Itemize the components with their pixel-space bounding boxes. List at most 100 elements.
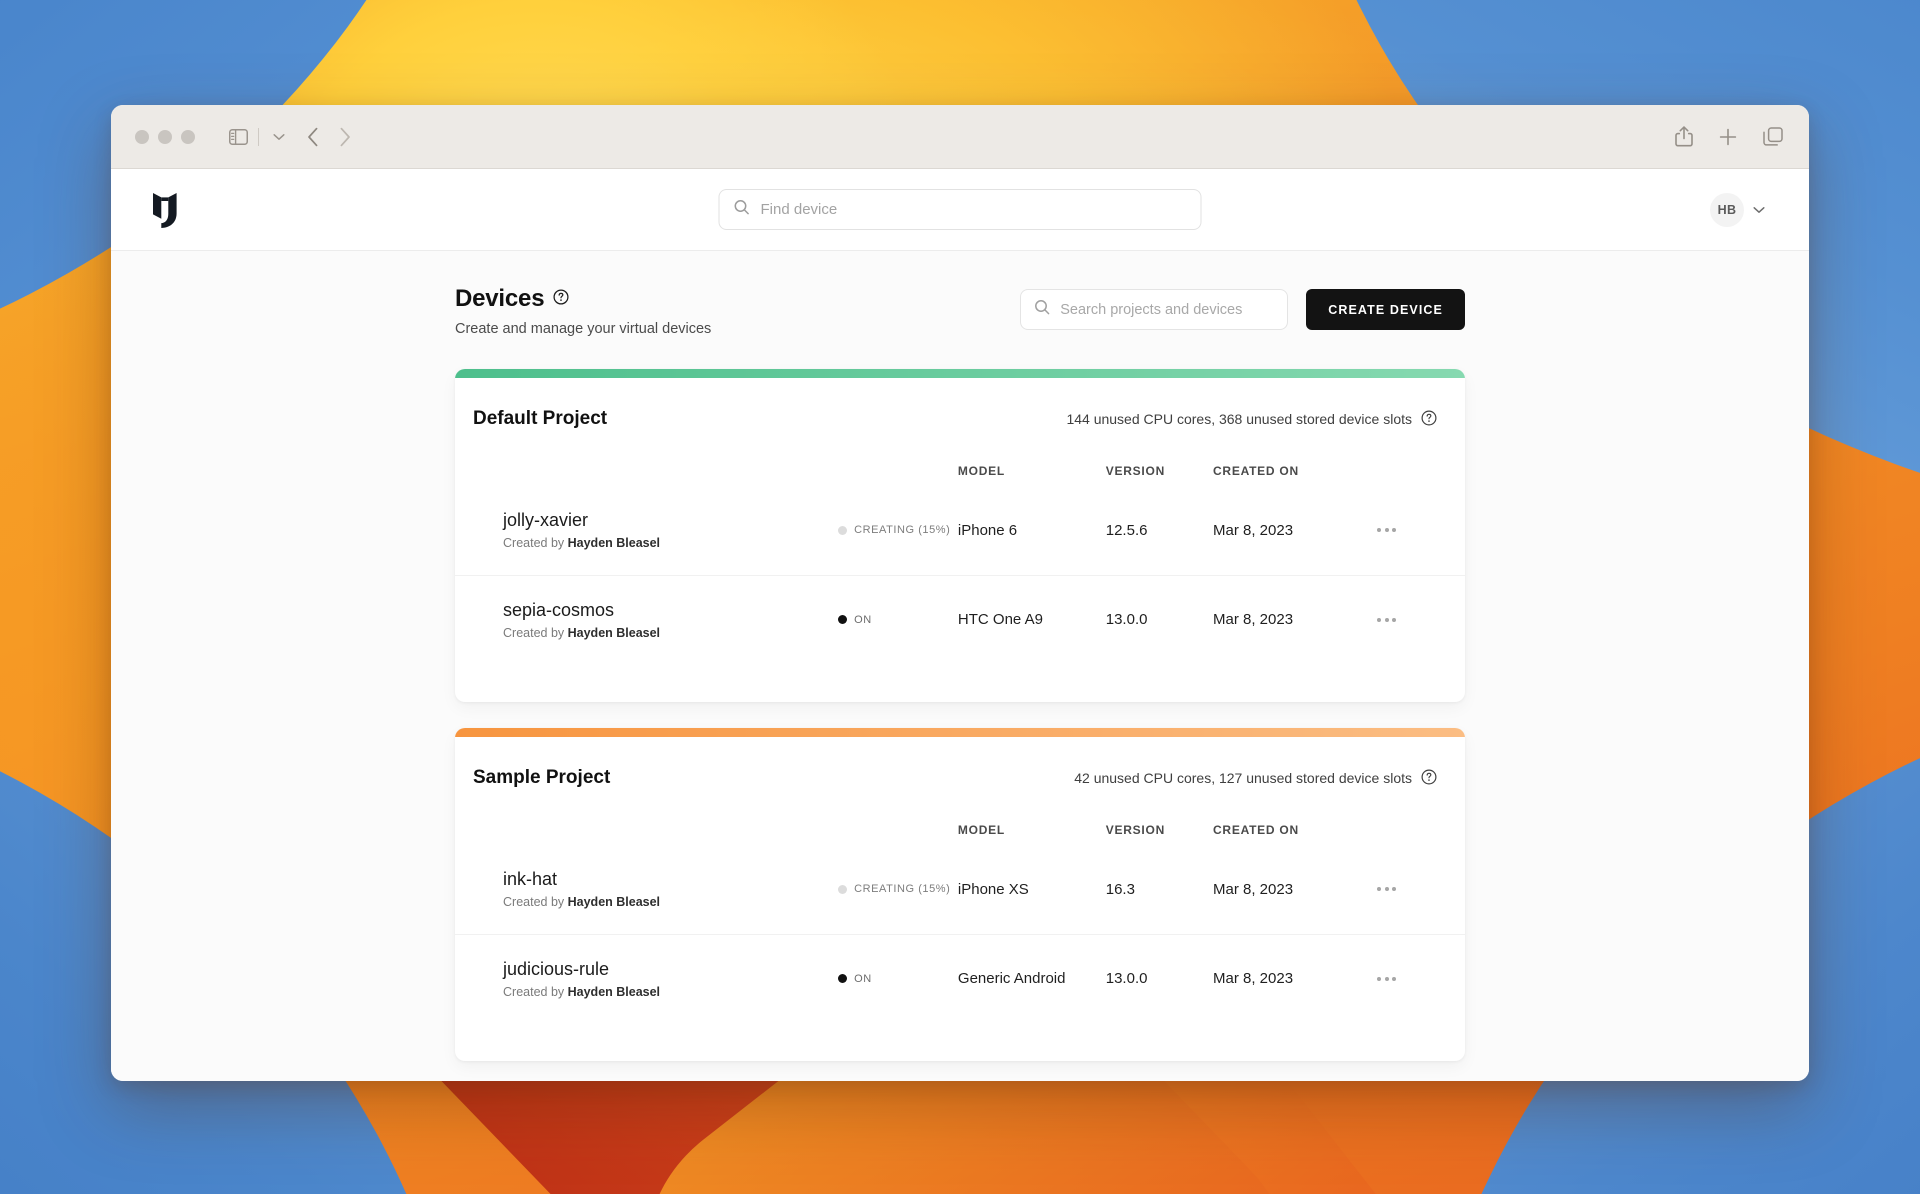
page-title-row: Devices [455,285,711,313]
device-name-cell: jolly-xavier Created by Hayden Bleasel [455,486,838,575]
create-device-button[interactable]: CREATE DEVICE [1306,289,1465,330]
device-table-body: jolly-xavier Created by Hayden Bleasel C… [455,486,1465,664]
device-model: Generic Android [957,933,1106,1023]
search-input[interactable]: Search projects and devices [1020,289,1289,330]
tabs-icon[interactable] [1763,126,1783,147]
window-traffic-lights[interactable] [135,129,195,144]
device-creator: Created by Hayden Bleasel [455,626,838,640]
project-card-header: Sample Project 42 unused CPU cores, 127 … [455,737,1465,789]
column-header-actions [1377,430,1465,486]
project-meta: 144 unused CPU cores, 368 unused stored … [1066,409,1437,429]
device-creator-name: Hayden Bleasel [567,895,661,910]
column-header-status [838,430,958,486]
device-creator-prefix: Created by [503,895,568,910]
status-dot-icon [838,615,848,625]
zoom-window-button[interactable] [181,129,195,144]
device-creator: Created by Hayden Bleasel [455,536,838,550]
device-name-cell: sepia-cosmos Created by Hayden Bleasel [455,574,839,664]
app-header: Find device HB [111,169,1809,251]
column-header-actions [1377,789,1465,845]
device-creator: Created by Hayden Bleasel [455,985,838,999]
find-device-input[interactable]: Find device [718,189,1202,230]
project-meta-text: 42 unused CPU cores, 127 unused stored d… [1074,770,1412,786]
device-creator-name: Hayden Bleasel [567,536,661,551]
device-table-body: ink-hat Created by Hayden Bleasel CREATI… [455,845,1465,1023]
device-name: sepia-cosmos [503,599,615,620]
ellipsis-icon[interactable] [1377,976,1465,981]
share-icon[interactable] [1675,126,1693,147]
chevron-down-icon [1753,201,1765,219]
browser-toolbar [111,105,1809,169]
device-table-head: MODEL VERSION CREATED ON [455,789,1465,845]
table-row[interactable]: sepia-cosmos Created by Hayden Bleasel O… [455,574,1465,664]
help-circle-icon[interactable] [1421,409,1437,429]
find-device-container: Find device [718,189,1202,230]
device-creator-name: Hayden Bleasel [567,984,661,999]
status-label: CREATING (15%) [854,883,951,896]
help-circle-icon[interactable] [553,288,569,310]
status-dot-icon [838,884,848,894]
user-menu[interactable]: HB [1710,192,1765,227]
ellipsis-icon[interactable] [1377,887,1465,892]
status-badge: CREATING (15%) [838,883,958,895]
device-created-on: Mar 8, 2023 [1212,880,1294,898]
close-window-button[interactable] [135,129,149,144]
page-header-actions: Search projects and devices CREATE DEVIC… [1020,285,1465,330]
column-header-name [455,430,838,486]
find-device-placeholder: Find device [760,201,838,218]
device-creator-prefix: Created by [503,625,568,640]
chevron-down-icon[interactable] [273,133,285,141]
status-badge: ON [838,973,958,985]
column-header-created-on: CREATED ON [1212,464,1299,478]
column-header-model: MODEL [957,823,1005,837]
device-version: 13.0.0 [1105,574,1213,664]
sidebar-icon[interactable] [229,128,248,145]
device-model: HTC One A9 [957,574,1106,664]
project-meta: 42 unused CPU cores, 127 unused stored d… [1074,768,1437,788]
device-actions-cell [1377,845,1465,934]
ellipsis-icon[interactable] [1377,617,1465,622]
toolbar-right-actions [1675,126,1783,147]
device-creator: Created by Hayden Bleasel [455,895,838,909]
table-row[interactable]: jolly-xavier Created by Hayden Bleasel C… [455,486,1465,575]
device-version: 12.5.6 [1105,521,1148,539]
back-button[interactable] [307,127,319,147]
device-created-on: Mar 8, 2023 [1212,521,1294,539]
project-card: Sample Project 42 unused CPU cores, 127 … [455,728,1465,1061]
column-header-version: VERSION [1105,464,1166,478]
device-status-cell: ON [838,574,958,664]
card-bottom-spacer [455,664,1465,702]
avatar: HB [1710,192,1744,227]
forward-button[interactable] [339,127,351,147]
device-model: iPhone XS [957,880,1029,898]
project-name: Default Project [473,408,608,429]
table-row[interactable]: ink-hat Created by Hayden Bleasel CREATI… [455,845,1465,934]
device-created-on: Mar 8, 2023 [1212,574,1378,664]
status-label: ON [854,613,872,626]
device-actions-cell [1377,486,1465,575]
app-logo[interactable] [151,191,179,229]
page-title: Devices [455,285,545,312]
status-dot-icon [838,974,848,984]
browser-window: Find device HB Devices Create and manage… [111,105,1809,1081]
table-row[interactable]: judicious-rule Created by Hayden Bleasel… [455,933,1465,1023]
plus-icon[interactable] [1719,128,1737,146]
device-creator-prefix: Created by [503,984,568,999]
device-name: judicious-rule [503,958,610,979]
minimize-window-button[interactable] [158,129,172,144]
column-header-model: MODEL [957,464,1005,478]
status-label: ON [854,972,872,985]
ellipsis-icon[interactable] [1377,528,1465,533]
page-subtitle: Create and manage your virtual devices [455,321,712,337]
page-content: Devices Create and manage your virtual d… [455,285,1465,1061]
device-creator-name: Hayden Bleasel [567,625,661,640]
project-name: Sample Project [473,767,611,788]
project-meta-text: 144 unused CPU cores, 368 unused stored … [1066,411,1412,427]
device-table-head: MODEL VERSION CREATED ON [455,430,1465,486]
device-version: 16.3 [1105,880,1135,898]
device-version: 13.0.0 [1105,933,1213,1023]
status-label: CREATING (15%) [854,524,951,537]
help-circle-icon[interactable] [1421,768,1437,788]
device-model: iPhone 6 [957,521,1018,539]
device-creator-prefix: Created by [503,536,568,551]
